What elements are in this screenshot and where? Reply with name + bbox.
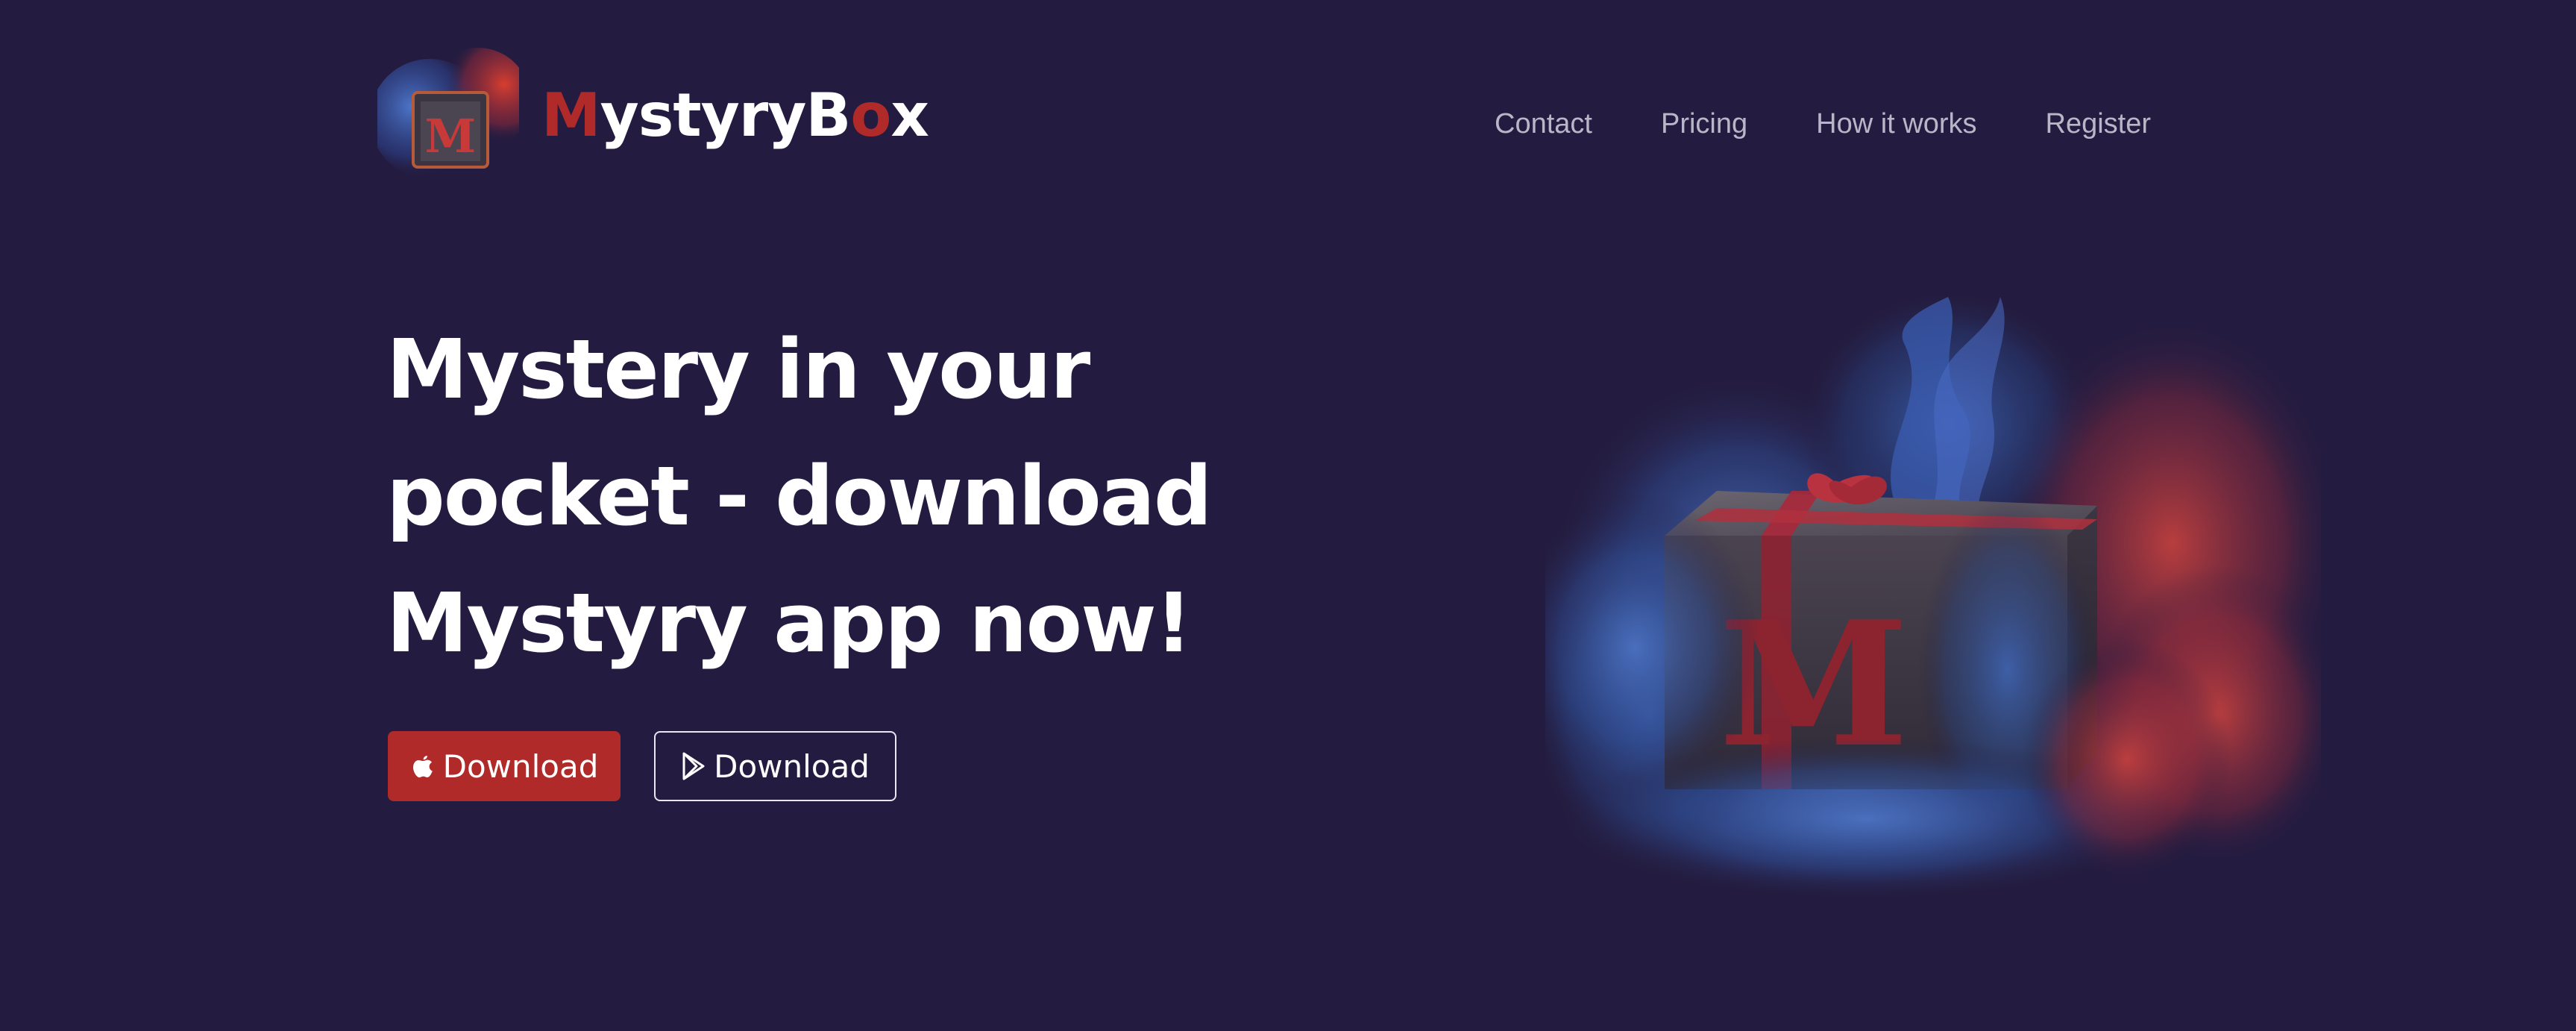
- brand-name-last: x: [890, 80, 929, 150]
- landing-page: M MystyryBox Contact Pricing How it work…: [0, 0, 2576, 1031]
- nav-register[interactable]: Register: [2046, 108, 2152, 140]
- nav-how-it-works[interactable]: How it works: [1816, 108, 1976, 140]
- logo-letter: M: [425, 109, 477, 163]
- hero-title-line-1: Mystery in your: [386, 322, 1090, 417]
- brand-logo: M: [377, 48, 519, 182]
- hero-title-line-2: pocket - download: [386, 448, 1213, 544]
- brand-name-first: M: [541, 80, 601, 150]
- hero-title: Mystery in your pocket - download Mystyr…: [386, 306, 1356, 686]
- brand-home-link[interactable]: M MystyryBox: [377, 48, 929, 182]
- mystery-box-illustration: M: [1545, 297, 2321, 900]
- play-store-download-button[interactable]: Download: [654, 731, 896, 801]
- hero-title-line-3: Mystyry app now!: [386, 575, 1193, 671]
- apple-icon: [410, 751, 436, 781]
- app-store-download-label: Download: [442, 748, 599, 785]
- app-store-download-button[interactable]: Download: [388, 731, 621, 801]
- brand-name-accent: o: [850, 80, 891, 150]
- nav-contact[interactable]: Contact: [1495, 108, 1592, 140]
- play-store-download-label: Download: [714, 748, 870, 785]
- brand-name: MystyryBox: [541, 81, 929, 150]
- main-nav: Contact Pricing How it works Register: [1495, 104, 2151, 143]
- brand-name-middle: ystyryB: [600, 80, 852, 150]
- nav-pricing[interactable]: Pricing: [1661, 108, 1747, 140]
- play-store-icon: [681, 751, 706, 781]
